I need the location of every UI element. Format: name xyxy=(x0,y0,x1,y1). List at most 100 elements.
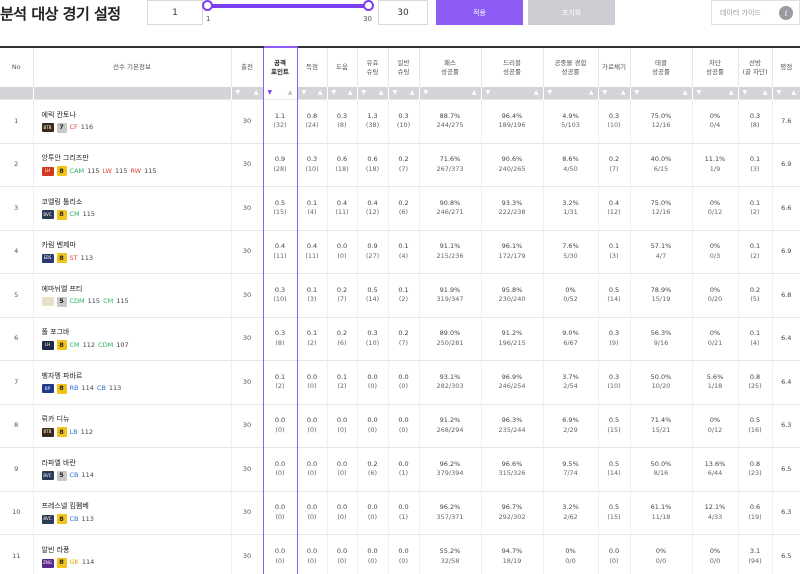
player-name[interactable]: 에릭 칸토나 xyxy=(42,110,230,120)
player-info-cell[interactable]: 에릭 칸토나 BTB 7 CF 116 xyxy=(32,99,231,143)
max-games-input[interactable]: 30 xyxy=(378,0,428,25)
player-info-cell[interactable]: 에마뉘엘 프티 5 CDM 115 CM 115 xyxy=(32,273,231,317)
column-header-tackle[interactable]: 태클 성공률 xyxy=(629,46,692,87)
stat-detail: (7) xyxy=(398,164,409,173)
sort-desc-icon[interactable]: ▼ xyxy=(268,90,273,96)
player-name[interactable]: 코엘링 톨리소 xyxy=(42,197,230,207)
player-name[interactable]: 알빈 라퐁 xyxy=(42,545,230,555)
table-row[interactable]: 5 에마뉘엘 프티 5 CDM 115 CM 115 30 0.3 (10) 0.1 (3) 0.2 (7… xyxy=(0,273,800,317)
sort-asc-icon[interactable]: ▲ xyxy=(621,90,626,96)
slider-min-handle[interactable] xyxy=(202,0,213,11)
sort-asc-icon[interactable]: ▲ xyxy=(254,90,259,96)
sort-asc-icon[interactable]: ▲ xyxy=(763,90,768,96)
table-row[interactable]: 7 벵자멩 파바르 BP 8 RB 114 CB 113 30 0.1 (2) 0.0 (0) 0.1 (2… xyxy=(0,360,800,404)
column-header-rating[interactable]: 평점 xyxy=(771,46,800,87)
sort-asc-icon[interactable]: ▲ xyxy=(379,90,384,96)
apply-button[interactable]: 적용 xyxy=(436,0,523,25)
player-info-cell[interactable]: 카림 벤제마 EBS 8 ST 113 xyxy=(32,229,231,274)
player-name[interactable]: 라파엘 바란 xyxy=(42,458,230,468)
sort-asc-icon[interactable]: ▲ xyxy=(683,90,688,96)
sort-desc-icon[interactable]: ▼ xyxy=(236,90,241,96)
column-header-attack_points[interactable]: 공격 포인트 xyxy=(262,46,298,87)
slider-track[interactable] xyxy=(207,4,369,8)
sort-asc-icon[interactable]: ▲ xyxy=(410,90,415,96)
stat-assists: 0.2 (6) xyxy=(326,316,357,361)
table-row[interactable]: 10 프레스넬 킴펨베 BVC 8 CB 113 30 0.0 (0) 0.0 (0) 0.0 (0) 0… xyxy=(0,490,800,535)
reset-button[interactable]: 초기화 xyxy=(528,0,615,25)
stat-goals: 0.1 (4) xyxy=(296,186,327,230)
stat-attack_points: 0.0 (0) xyxy=(262,447,298,491)
column-header-intercept[interactable]: 가로채기 xyxy=(597,46,630,87)
column-header-pass[interactable]: 패스 성공률 xyxy=(418,46,481,87)
table-row[interactable]: 11 알빈 라퐁 ZNG 8 GK 114 30 0.0 (0) 0.0 (0) 0.0 (0) 0.0(… xyxy=(0,534,800,574)
table-row[interactable]: 4 카림 벤제마 EBS 8 ST 113 30 0.4 (11) 0.4 (11) 0.0 (0) 0.… xyxy=(0,229,800,274)
sort-asc-icon[interactable]: ▲ xyxy=(348,90,353,96)
column-header-eff_shots[interactable]: 유효 슈팅 xyxy=(356,46,388,87)
sort-desc-icon[interactable]: ▼ xyxy=(424,90,429,96)
games-range-slider[interactable]: 1 30 xyxy=(202,0,374,26)
sort-desc-icon[interactable]: ▼ xyxy=(777,90,782,96)
table-row[interactable]: 3 코엘링 톨리소 BVC 8 CM 115 30 0.5 (15) 0.1 (4) 0.4 (11) 0… xyxy=(0,186,800,230)
player-info-cell[interactable]: 벵자멩 파바르 BP 8 RB 114 CB 113 xyxy=(32,360,231,404)
player-name[interactable]: 폴 포그바 xyxy=(42,327,230,337)
player-info-cell[interactable]: 알빈 라퐁 ZNG 8 GK 114 xyxy=(32,534,231,574)
sort-asc-icon[interactable]: ▲ xyxy=(318,90,323,96)
sort-desc-icon[interactable]: ▼ xyxy=(697,90,702,96)
stat-detail: 5/103 xyxy=(561,121,580,130)
player-name[interactable]: 프레스넬 킴펨베 xyxy=(42,501,230,511)
column-header-games[interactable]: 출전 xyxy=(230,46,263,87)
sort-desc-icon[interactable]: ▼ xyxy=(603,90,608,96)
stat-value: 0.0 xyxy=(398,372,409,381)
sort-desc-icon[interactable]: ▼ xyxy=(302,90,307,96)
column-header-block[interactable]: 차단 성공률 xyxy=(691,46,738,87)
column-header-aerial[interactable]: 공중볼 경합 성공률 xyxy=(542,46,598,87)
stat-block: 0% 0/3 xyxy=(691,229,738,274)
player-name[interactable]: 에마뉘엘 프티 xyxy=(42,284,230,294)
player-info-cell[interactable]: 라파엘 바란 BVC 5 CB 114 xyxy=(32,447,231,491)
stat-detail: 5/30 xyxy=(563,251,578,260)
sort-asc-icon[interactable]: ▲ xyxy=(729,90,734,96)
sort-desc-icon[interactable]: ▼ xyxy=(635,90,640,96)
player-name[interactable]: 카림 벤제마 xyxy=(42,240,230,250)
slider-max-handle[interactable] xyxy=(363,0,374,11)
stat-value: 0.6 xyxy=(367,155,378,164)
stat-aerial: 6.9% 2/29 xyxy=(542,403,598,448)
player-info-cell[interactable]: 앙투안 그리즈만 LH 8 CAM 115 LW 115 RW 115 xyxy=(32,142,231,187)
sort-asc-icon[interactable]: ▲ xyxy=(288,90,293,96)
min-games-input[interactable]: 1 xyxy=(147,0,203,25)
stat-value: 0.5 xyxy=(608,459,620,468)
sort-asc-icon[interactable]: ▲ xyxy=(791,90,796,96)
column-header-shots[interactable]: 일반 슈팅 xyxy=(387,46,419,87)
player-info-cell[interactable]: 뤼카 디뉴 BTB 8 LB 112 xyxy=(32,403,231,448)
sort-controls-block: ▼ ▲ xyxy=(691,87,738,100)
sort-desc-icon[interactable]: ▼ xyxy=(486,90,491,96)
stat-detail: (12) xyxy=(365,208,380,217)
table-row[interactable]: 1 에릭 칸토나 BTB 7 CF 116 30 1.1 (32) 0.8 (24) 0.3 (8) 1.… xyxy=(0,99,800,143)
player-info-cell[interactable]: 코엘링 톨리소 BVC 8 CM 115 xyxy=(32,186,231,230)
stat-detail: (25) xyxy=(748,382,762,391)
column-header-assists[interactable]: 도움 xyxy=(326,46,357,87)
player-name[interactable]: 벵자멩 파바르 xyxy=(42,371,230,381)
sort-desc-icon[interactable]: ▼ xyxy=(393,90,398,96)
column-header-saves[interactable]: 선방 (골 차단) xyxy=(737,46,772,87)
player-name[interactable]: 뤼카 디뉴 xyxy=(42,414,230,424)
stat-value: 95.8% xyxy=(501,285,523,294)
player-info-cell[interactable]: 프레스넬 킴펨베 BVC 8 CB 113 xyxy=(32,490,231,535)
table-row[interactable]: 2 앙투안 그리즈만 LH 8 CAM 115 LW 115 RW 115 30 0.9 (28) 0.3… xyxy=(0,142,800,187)
player-info-cell[interactable]: 폴 포그바 LH 8 CM 112 CDM 107 xyxy=(32,316,231,361)
sort-desc-icon[interactable]: ▼ xyxy=(743,90,748,96)
table-row[interactable]: 8 뤼카 디뉴 BTB 8 LB 112 30 0.0 (0) 0.0 (0) 0.0 (0) 0.0 (0… xyxy=(0,403,800,448)
sort-desc-icon[interactable]: ▼ xyxy=(332,90,337,96)
sort-asc-icon[interactable]: ▲ xyxy=(589,90,594,96)
table-row[interactable]: 6폴 포그바 LH 8 CM 112 CDM 107 30 0.3 (8) 0.1 (2) 0.2 (6)… xyxy=(0,316,800,361)
sort-asc-icon[interactable]: ▲ xyxy=(472,90,477,96)
sort-asc-icon[interactable]: ▲ xyxy=(534,90,539,96)
data-guide-button[interactable]: 데이터 가이드 i xyxy=(711,0,800,25)
stat-detail: (16) xyxy=(748,425,762,434)
column-header-dribble[interactable]: 드리블 성공률 xyxy=(480,46,543,87)
sort-desc-icon[interactable]: ▼ xyxy=(362,90,367,96)
player-name[interactable]: 앙투안 그리즈만 xyxy=(42,153,230,163)
sort-desc-icon[interactable]: ▼ xyxy=(548,90,553,96)
column-header-goals[interactable]: 득점 xyxy=(296,46,327,87)
table-row[interactable]: 9 라파엘 바란 BVC 5 CB 114 30 0.0 (0) 0.0 (0) 0.0 (0) 0.2(… xyxy=(0,447,800,491)
